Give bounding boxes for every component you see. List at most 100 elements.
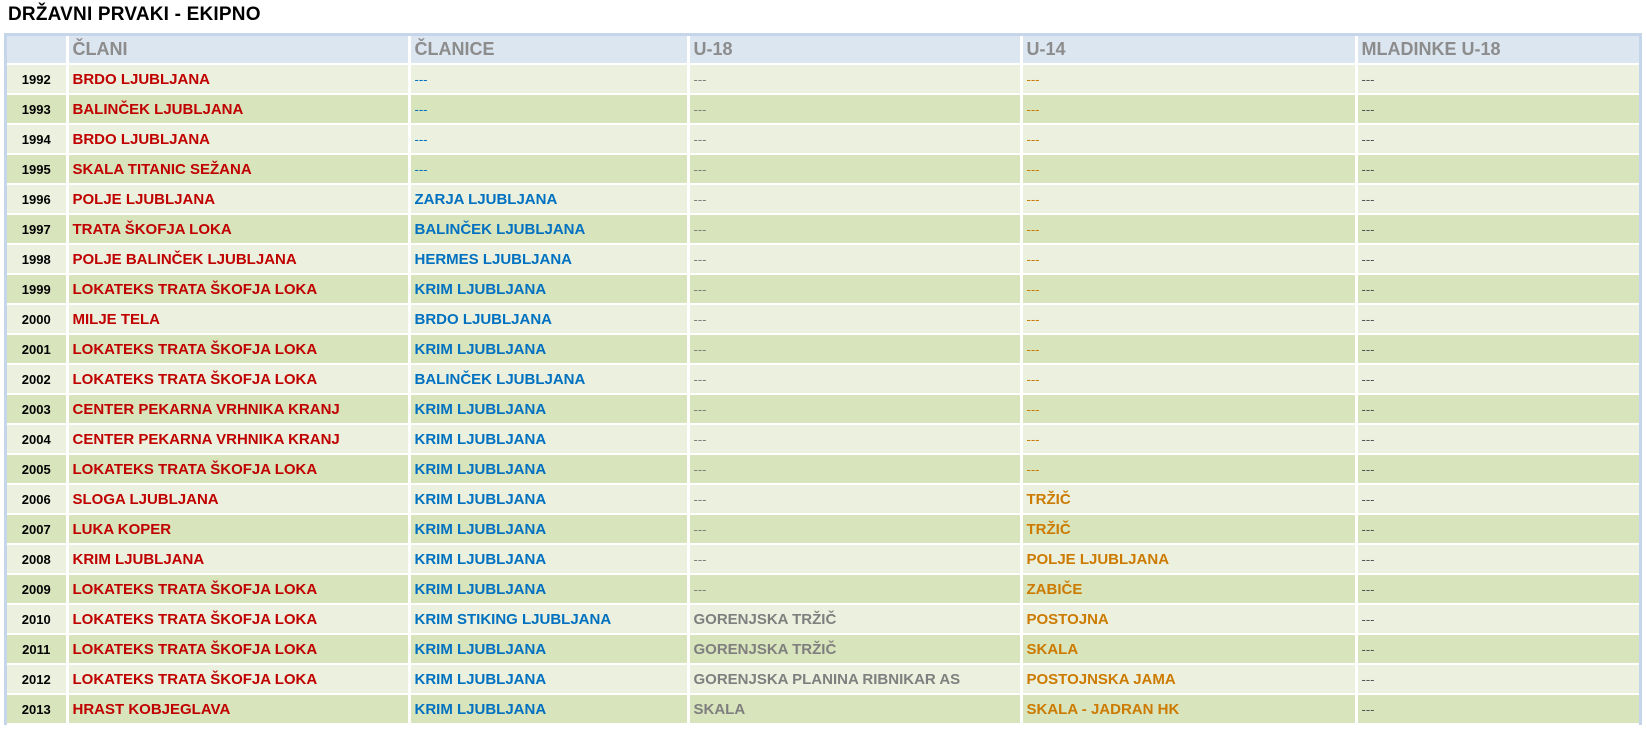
cell-mladinke: --- bbox=[1356, 454, 1639, 485]
cell-clanice: --- bbox=[409, 94, 690, 125]
cell-clani: LOKATEKS TRATA ŠKOFJA LOKA bbox=[67, 604, 411, 635]
cell-clanice: KRIM LJUBLJANA bbox=[409, 544, 690, 575]
cell-clanice: KRIM LJUBLJANA bbox=[409, 394, 690, 425]
cell-year: 2013 bbox=[7, 694, 69, 725]
cell-u18: GORENJSKA PLANINA RIBNIKAR AS bbox=[688, 664, 1023, 695]
cell-u18: GORENJSKA TRŽIČ bbox=[688, 604, 1023, 635]
cell-year: 2001 bbox=[7, 334, 69, 365]
cell-mladinke: --- bbox=[1356, 484, 1639, 515]
table-row: 2012 LOKATEKS TRATA ŠKOFJA LOKA KRIM LJUBL… bbox=[7, 664, 1639, 695]
cell-mladinke: --- bbox=[1356, 154, 1639, 185]
header-clani: ČLANI bbox=[67, 36, 411, 65]
cell-year: 2006 bbox=[7, 484, 69, 515]
cell-u14: --- bbox=[1021, 364, 1358, 395]
table-row: 2001 LOKATEKS TRATA ŠKOFJA LOKA KRIM LJUBL… bbox=[7, 334, 1639, 365]
cell-mladinke: --- bbox=[1356, 274, 1639, 305]
table-row: 2011 LOKATEKS TRATA ŠKOFJA LOKA KRIM LJUBL… bbox=[7, 634, 1639, 665]
cell-year: 1993 bbox=[7, 94, 69, 125]
cell-clanice: KRIM LJUBLJANA bbox=[409, 484, 690, 515]
cell-clanice: KRIM LJUBLJANA bbox=[409, 574, 690, 605]
cell-mladinke: --- bbox=[1356, 244, 1639, 275]
cell-clanice: KRIM LJUBLJANA bbox=[409, 334, 690, 365]
cell-year: 1992 bbox=[7, 64, 69, 95]
cell-u14: SKALA - JADRAN HK bbox=[1021, 694, 1358, 725]
header-clanice: ČLANICE bbox=[409, 36, 690, 65]
cell-mladinke: --- bbox=[1356, 124, 1639, 155]
cell-year: 1995 bbox=[7, 154, 69, 185]
cell-year: 2005 bbox=[7, 454, 69, 485]
cell-mladinke: --- bbox=[1356, 604, 1639, 635]
table-row: 2005 LOKATEKS TRATA ŠKOFJA LOKA KRIM LJUBL… bbox=[7, 454, 1639, 485]
cell-u18: --- bbox=[688, 424, 1023, 455]
cell-year: 1998 bbox=[7, 244, 69, 275]
cell-u18: --- bbox=[688, 124, 1023, 155]
cell-u18: --- bbox=[688, 244, 1023, 275]
cell-clani: CENTER PEKARNA VRHNIKA KRANJ bbox=[67, 394, 411, 425]
cell-mladinke: --- bbox=[1356, 94, 1639, 125]
table-row: 2009 LOKATEKS TRATA ŠKOFJA LOKA KRIM LJUBL… bbox=[7, 574, 1639, 605]
cell-u14: ZABIČE bbox=[1021, 574, 1358, 605]
cell-u18: --- bbox=[688, 334, 1023, 365]
cell-year: 2004 bbox=[7, 424, 69, 455]
cell-u18: --- bbox=[688, 94, 1023, 125]
header-row: ČLANI ČLANICE U-18 U-14 MLADINKE U-18 bbox=[7, 36, 1639, 65]
cell-u14: --- bbox=[1021, 424, 1358, 455]
cell-clani: HRAST KOBJEGLAVA bbox=[67, 694, 411, 725]
cell-u14: POLJE LJUBLJANA bbox=[1021, 544, 1358, 575]
cell-u18: --- bbox=[688, 574, 1023, 605]
cell-mladinke: --- bbox=[1356, 394, 1639, 425]
cell-year: 2007 bbox=[7, 514, 69, 545]
cell-u18: --- bbox=[688, 154, 1023, 185]
cell-u18: --- bbox=[688, 64, 1023, 95]
cell-u18: --- bbox=[688, 364, 1023, 395]
cell-u18: --- bbox=[688, 184, 1023, 215]
cell-clani: LOKATEKS TRATA ŠKOFJA LOKA bbox=[67, 634, 411, 665]
table-row: 1994 BRDO LJUBLJANA --- --- --- --- bbox=[7, 124, 1639, 155]
table-row: 1998 POLJE BALINČEK LJUBLJANA HERMES LJUBL… bbox=[7, 244, 1639, 275]
cell-mladinke: --- bbox=[1356, 544, 1639, 575]
cell-clanice: KRIM LJUBLJANA bbox=[409, 274, 690, 305]
cell-mladinke: --- bbox=[1356, 214, 1639, 245]
cell-year: 2011 bbox=[7, 634, 69, 665]
cell-mladinke: --- bbox=[1356, 574, 1639, 605]
cell-mladinke: --- bbox=[1356, 184, 1639, 215]
cell-u18: --- bbox=[688, 394, 1023, 425]
cell-mladinke: --- bbox=[1356, 664, 1639, 695]
cell-clanice: KRIM LJUBLJANA bbox=[409, 634, 690, 665]
cell-clani: TRATA ŠKOFJA LOKA bbox=[67, 214, 411, 245]
cell-clani: MILJE TELA bbox=[67, 304, 411, 335]
cell-year: 1994 bbox=[7, 124, 69, 155]
table-row: 1992 BRDO LJUBLJANA --- --- --- --- bbox=[7, 64, 1639, 95]
cell-mladinke: --- bbox=[1356, 424, 1639, 455]
cell-clani: LOKATEKS TRATA ŠKOFJA LOKA bbox=[67, 454, 411, 485]
table-row: 2000 MILJE TELA BRDO LJUBLJANA --- --- --- bbox=[7, 304, 1639, 335]
header-year bbox=[7, 36, 69, 65]
cell-clani: BALINČEK LJUBLJANA bbox=[67, 94, 411, 125]
cell-clani: LOKATEKS TRATA ŠKOFJA LOKA bbox=[67, 664, 411, 695]
cell-u14: --- bbox=[1021, 334, 1358, 365]
cell-clani: LUKA KOPER bbox=[67, 514, 411, 545]
cell-u14: POSTOJNSKA JAMA bbox=[1021, 664, 1358, 695]
cell-u14: --- bbox=[1021, 274, 1358, 305]
cell-u14: --- bbox=[1021, 154, 1358, 185]
cell-year: 2009 bbox=[7, 574, 69, 605]
cell-u14: --- bbox=[1021, 394, 1358, 425]
cell-clanice: KRIM LJUBLJANA bbox=[409, 454, 690, 485]
cell-u14: --- bbox=[1021, 64, 1358, 95]
cell-clani: LOKATEKS TRATA ŠKOFJA LOKA bbox=[67, 334, 411, 365]
cell-u18: --- bbox=[688, 274, 1023, 305]
cell-clanice: BALINČEK LJUBLJANA bbox=[409, 364, 690, 395]
cell-clani: SKALA TITANIC SEŽANA bbox=[67, 154, 411, 185]
table-row: 2007 LUKA KOPER KRIM LJUBLJANA --- TRŽIČ --- bbox=[7, 514, 1639, 545]
header-u14: U-14 bbox=[1021, 36, 1358, 65]
cell-clani: LOKATEKS TRATA ŠKOFJA LOKA bbox=[67, 364, 411, 395]
cell-u14: POSTOJNA bbox=[1021, 604, 1358, 635]
table-row: 2013 HRAST KOBJEGLAVA KRIM LJUBLJANA SKALA S… bbox=[7, 694, 1639, 725]
cell-year: 1996 bbox=[7, 184, 69, 215]
cell-u18: SKALA bbox=[688, 694, 1023, 725]
cell-clanice: KRIM STIKING LJUBLJANA bbox=[409, 604, 690, 635]
page-title: DRŽAVNI PRVAKI - EKIPNO bbox=[8, 4, 261, 25]
cell-clanice: HERMES LJUBLJANA bbox=[409, 244, 690, 275]
cell-year: 2000 bbox=[7, 304, 69, 335]
table-row: 2006 SLOGA LJUBLJANA KRIM LJUBLJANA --- TRŽI… bbox=[7, 484, 1639, 515]
